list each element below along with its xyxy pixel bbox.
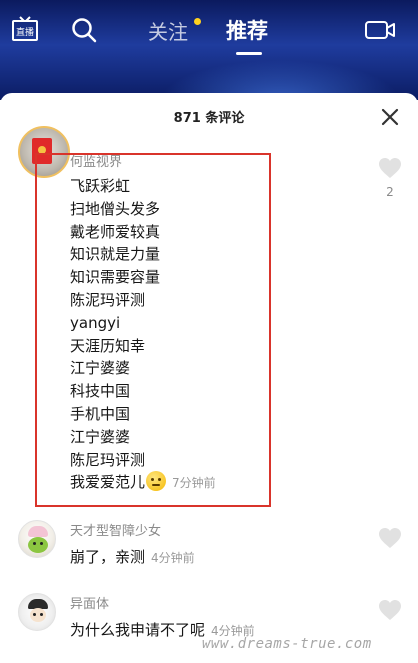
comment-last-line: 我爱爱范儿 7分钟前 (70, 471, 216, 494)
comment-line: 江宁婆婆 (70, 359, 131, 378)
live-label: 直播 (16, 26, 34, 38)
tab-follow[interactable]: 关注 (148, 16, 188, 45)
comment-line: 天涯历知幸 (70, 336, 146, 355)
comment-line: 科技中国 (70, 382, 131, 401)
comment-time: 4分钟前 (151, 551, 195, 565)
comment-line: 陈泥玛评测 (70, 290, 146, 309)
camera-icon[interactable] (364, 16, 396, 44)
heart-icon (379, 528, 401, 548)
comment-username[interactable]: 天才型智障少女 (70, 520, 161, 539)
active-tab-indicator (236, 52, 262, 55)
emoji-icon (146, 471, 167, 492)
close-icon[interactable] (378, 105, 402, 129)
like-button[interactable] (378, 599, 402, 625)
heart-icon (379, 158, 401, 178)
comments-sheet: 871 条评论 何监视界 飞跃彩虹 扫地僧头发多 戴老师爱较真 知识就是力量 知… (0, 93, 418, 663)
comment-username[interactable]: 异面体 (70, 593, 109, 612)
comment-line: yangyi (70, 313, 121, 332)
like-button[interactable]: 2 (378, 157, 402, 199)
comment-body: 崩了，亲测 4分钟前 (70, 546, 195, 567)
comment-text: 为什么我申请不了呢 (70, 621, 206, 639)
comment-line: 江宁婆婆 (70, 427, 131, 446)
watermark: www.dreams-true.com (202, 636, 372, 652)
comment-line: 手机中国 (70, 404, 131, 423)
avatar[interactable] (18, 520, 56, 558)
comment-line: 戴老师爱较真 (70, 222, 161, 241)
comment-line: 知识就是力量 (70, 245, 161, 264)
comment-time: 7分钟前 (172, 476, 216, 491)
follow-notification-dot (194, 18, 201, 25)
live-icon[interactable]: 直播 (11, 16, 39, 44)
comment-line: 陈尼玛评测 (70, 450, 146, 469)
avatar[interactable] (18, 593, 56, 631)
comment-body: 飞跃彩虹 扫地僧头发多 戴老师爱较真 知识就是力量 知识需要容量 陈泥玛评测 y… (70, 175, 216, 494)
comments-title: 871 条评论 (173, 111, 245, 126)
like-button[interactable] (378, 527, 402, 553)
search-icon[interactable] (70, 16, 98, 44)
comment-line: 我爱爱范儿 (70, 473, 146, 492)
comment-line: 飞跃彩虹 (70, 177, 131, 195)
comment-text: 崩了，亲测 (70, 548, 146, 566)
comment-line: 知识需要容量 (70, 268, 161, 287)
tab-recommend[interactable]: 推荐 (226, 15, 268, 45)
like-count: 2 (386, 185, 394, 199)
comment-line: 扫地僧头发多 (70, 199, 161, 218)
heart-icon (379, 600, 401, 620)
video-header: 直播 关注 推荐 (0, 0, 418, 100)
